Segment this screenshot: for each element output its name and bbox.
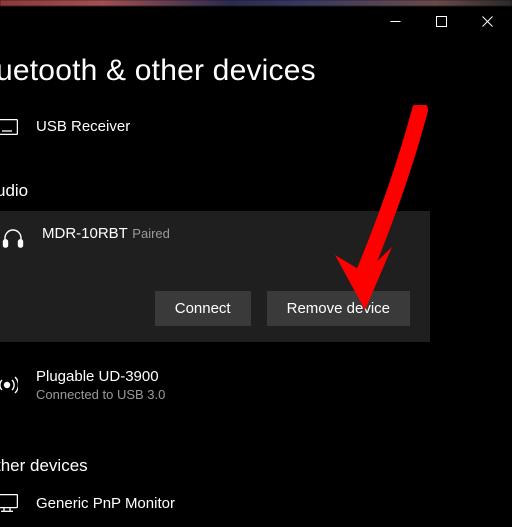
device-name: MDR-10RBT xyxy=(42,225,128,242)
minimize-icon xyxy=(390,16,401,27)
close-button[interactable] xyxy=(464,6,510,36)
section-title-other-devices: ther devices xyxy=(0,456,512,486)
settings-page: uetooth & other devices USB Receiver udi… xyxy=(0,40,512,527)
device-status: Paired xyxy=(132,226,170,241)
device-name: Plugable UD-3900 xyxy=(36,368,165,385)
device-row-plugable[interactable]: Plugable UD-3900 Connected to USB 3.0 xyxy=(0,360,512,410)
minimize-button[interactable] xyxy=(372,6,418,36)
connect-button[interactable]: Connect xyxy=(155,291,251,326)
device-row-usb-receiver[interactable]: USB Receiver xyxy=(0,110,512,143)
scrollbar[interactable] xyxy=(506,40,510,523)
remove-device-button[interactable]: Remove device xyxy=(267,291,410,326)
maximize-button[interactable] xyxy=(418,6,464,36)
device-row-monitor[interactable]: Generic PnP Monitor xyxy=(0,486,512,520)
maximize-icon xyxy=(436,16,447,27)
headphones-icon xyxy=(0,225,26,249)
keyboard-icon xyxy=(0,119,20,135)
device-action-buttons: Connect Remove device xyxy=(0,291,416,326)
device-status: Connected to USB 3.0 xyxy=(36,387,165,402)
device-name: USB Receiver xyxy=(36,118,130,135)
audio-icon xyxy=(0,374,20,396)
device-row-mdr-selected[interactable]: MDR-10RBT Paired Connect Remove device xyxy=(0,211,430,342)
monitor-icon xyxy=(0,494,20,512)
titlebar xyxy=(372,6,510,36)
page-title: uetooth & other devices xyxy=(0,40,512,110)
close-icon xyxy=(482,16,493,27)
device-name: Generic PnP Monitor xyxy=(36,495,175,512)
section-title-audio: udio xyxy=(0,181,512,211)
